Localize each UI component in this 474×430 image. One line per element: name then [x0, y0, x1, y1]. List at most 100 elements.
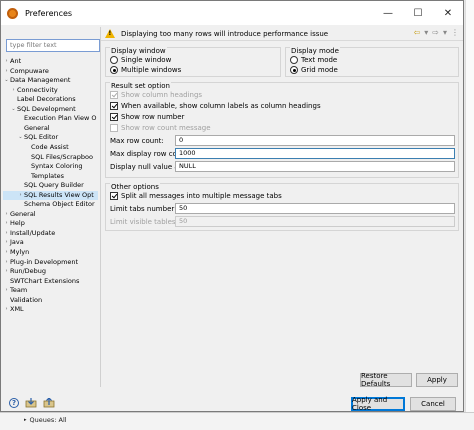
show-column-headings-checkbox[interactable]: Show column headings	[110, 91, 202, 99]
tree-item[interactable]: › Team	[3, 286, 98, 295]
limit-visible-tables-input[interactable]: 50	[175, 216, 455, 227]
tree-item-label: SQL Query Builder	[24, 181, 84, 190]
checkbox-indicator[interactable]	[110, 113, 118, 121]
tree-twisty-icon[interactable]: ›	[3, 210, 10, 219]
tree-item[interactable]: Label Decorations	[3, 95, 98, 104]
show-row-count-checkbox[interactable]: Show row count message	[110, 124, 211, 132]
tree-item[interactable]: Code Assist	[3, 143, 98, 152]
max-row-count-label: Max row count:	[110, 137, 164, 145]
tree-item[interactable]: › Help	[3, 219, 98, 228]
message-bar: Displaying too many rows will introduce …	[101, 27, 463, 41]
tree-twisty-icon[interactable]: ⌄	[3, 76, 10, 85]
tree-twisty-icon[interactable]: ›	[3, 67, 10, 76]
tree-item[interactable]: Templates	[3, 172, 98, 181]
forward-menu-icon[interactable]: ▾	[443, 28, 447, 37]
view-menu-icon[interactable]: ⋮	[451, 28, 459, 37]
tree-item-label: Help	[10, 219, 25, 228]
tree-item-label: Schema Object Editor	[24, 200, 95, 209]
tree-item[interactable]: ⌄ Data Management	[3, 76, 98, 85]
tree-item[interactable]: ⌄ SQL Development	[3, 105, 98, 114]
tree-item-label: Connectivity	[17, 85, 58, 94]
split-messages-label: Split all messages into multiple message…	[121, 192, 282, 200]
tree-item[interactable]: › SQL Results View Opt	[3, 190, 98, 200]
checkbox-indicator[interactable]	[110, 192, 118, 200]
tree-item[interactable]: Validation	[3, 296, 98, 305]
filter-input[interactable]: type filter text	[6, 39, 100, 52]
tree-item[interactable]: ⌄ SQL Editor	[3, 133, 98, 142]
show-column-labels-checkbox[interactable]: When available, show column labels as co…	[110, 102, 321, 110]
tree-item-label: Ant	[10, 57, 22, 65]
max-row-count-input[interactable]: 0	[175, 135, 455, 146]
max-display-row-count-input[interactable]: 1000	[175, 148, 455, 159]
tree-twisty-icon[interactable]: ›	[3, 238, 10, 247]
minimize-button[interactable]: —	[373, 1, 403, 25]
tree-item[interactable]: › Run/Debug	[3, 267, 98, 276]
tree-item[interactable]: › Compuware	[3, 67, 98, 76]
tree-item[interactable]: SQL Files/Scrapboo	[3, 153, 98, 162]
text-mode-label: Text mode	[301, 56, 338, 64]
radio-indicator[interactable]	[110, 66, 118, 74]
show-column-headings-label: Show column headings	[121, 91, 203, 99]
preferences-dialog: Preferences — ☐ ✕ type filter text › Ant ›…	[0, 0, 464, 412]
tree-twisty-icon[interactable]: ›	[3, 286, 10, 295]
tree-twisty-icon[interactable]: ›	[3, 305, 10, 314]
tree-item[interactable]: › Mylyn	[3, 248, 98, 257]
tree-item[interactable]: › General	[3, 210, 98, 219]
tree-item[interactable]: › Ant	[3, 57, 98, 66]
apply-button[interactable]: Apply	[416, 373, 458, 387]
tree-item[interactable]: › Plug-in Development	[3, 258, 98, 267]
expand-arrow-icon[interactable]: ▸	[24, 417, 27, 423]
tree-item-label: XML	[10, 305, 24, 314]
tree-item[interactable]: › Install/Update	[3, 229, 98, 238]
background-window-edge	[465, 0, 474, 412]
tree-item[interactable]: › Connectivity	[3, 86, 98, 95]
tree-twisty-icon[interactable]: ›	[3, 219, 10, 228]
tree-item[interactable]: Syntax Coloring	[3, 162, 98, 171]
checkbox-indicator[interactable]	[110, 102, 118, 110]
display-window-legend: Display window	[110, 47, 167, 55]
tree-twisty-icon[interactable]: ›	[3, 57, 10, 66]
split-messages-checkbox[interactable]: Split all messages into multiple message…	[110, 192, 282, 200]
back-arrow-icon[interactable]: ⇦	[414, 28, 421, 37]
radio-indicator[interactable]	[290, 66, 298, 74]
tree-item[interactable]: › Java	[3, 238, 98, 247]
show-row-number-checkbox[interactable]: Show row number	[110, 113, 184, 121]
apply-and-close-button[interactable]: Apply and Close	[351, 396, 405, 412]
tree-twisty-icon[interactable]: ⌄	[17, 133, 24, 142]
radio-indicator[interactable]	[110, 56, 118, 64]
tree-item[interactable]: Execution Plan View O	[3, 114, 98, 123]
tree-item[interactable]: General	[3, 124, 98, 133]
import-icon[interactable]	[25, 398, 37, 408]
tree-twisty-icon[interactable]: ›	[3, 229, 10, 238]
tree-item[interactable]: SWTChart Extensions	[3, 277, 98, 286]
multiple-windows-radio[interactable]: Multiple windows	[110, 66, 181, 74]
close-button[interactable]: ✕	[433, 1, 463, 25]
back-menu-icon[interactable]: ▾	[424, 28, 428, 37]
export-icon[interactable]	[43, 398, 55, 408]
tree-twisty-icon[interactable]: ›	[3, 258, 10, 267]
queues-label: Queues: All	[29, 416, 67, 424]
restore-defaults-button[interactable]: Restore Defaults	[360, 372, 412, 388]
tree-item[interactable]: › XML	[3, 305, 98, 314]
checkbox-indicator[interactable]	[110, 91, 118, 99]
tree-twisty-icon[interactable]: ›	[3, 248, 10, 257]
tree-item-label: General	[24, 123, 50, 132]
tree-twisty-icon[interactable]: ›	[3, 267, 10, 276]
tree-twisty-icon[interactable]: ⌄	[10, 105, 17, 114]
single-window-radio[interactable]: Single window	[110, 56, 171, 64]
radio-indicator[interactable]	[290, 56, 298, 64]
cancel-button[interactable]: Cancel	[410, 397, 456, 411]
tree-item[interactable]: SQL Query Builder	[3, 181, 98, 190]
grid-mode-radio[interactable]: Grid mode	[290, 66, 338, 74]
text-mode-radio[interactable]: Text mode	[290, 56, 337, 64]
tree-twisty-icon[interactable]: ›	[17, 191, 24, 200]
help-icon[interactable]: ?	[9, 398, 19, 408]
tree-item-label: Compuware	[10, 66, 49, 75]
forward-arrow-icon[interactable]: ⇨	[432, 28, 439, 37]
checkbox-indicator[interactable]	[110, 124, 118, 132]
display-null-input[interactable]: NULL	[175, 161, 455, 172]
tree-twisty-icon[interactable]: ›	[10, 86, 17, 95]
maximize-button[interactable]: ☐	[403, 1, 433, 25]
tree-item[interactable]: Schema Object Editor	[3, 200, 98, 209]
limit-tabs-input[interactable]: 50	[175, 203, 455, 214]
